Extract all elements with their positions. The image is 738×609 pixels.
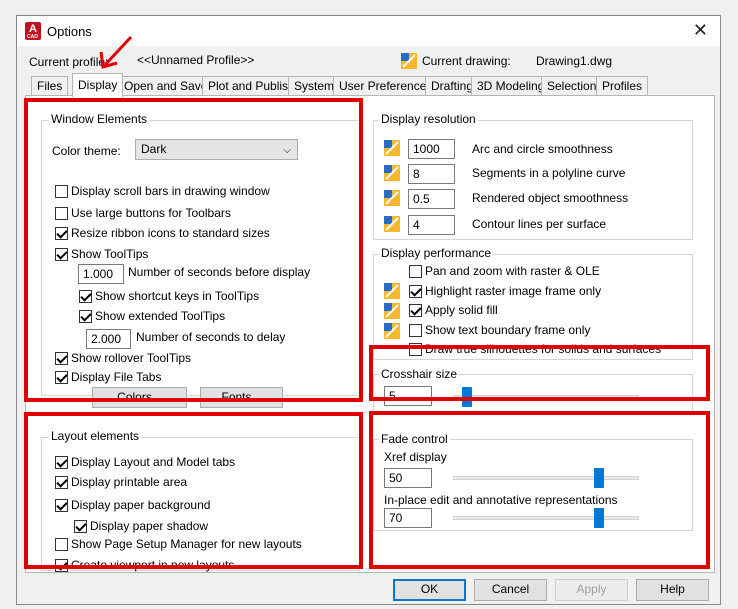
ok-button[interactable]: OK xyxy=(393,579,466,601)
polyline-segments-label: Segments in a polyline curve xyxy=(472,166,626,180)
tab-plot-and-publish[interactable]: Plot and Publish xyxy=(202,76,301,96)
arc-smoothness-input[interactable]: 1000 xyxy=(408,139,455,159)
rendered-smoothness-input[interactable]: 0.5 xyxy=(408,189,455,209)
apply-solid-checkbox[interactable] xyxy=(409,304,422,317)
fade-control-highlight xyxy=(369,411,710,569)
highlight-raster-label: Highlight raster image frame only xyxy=(425,284,602,298)
apply-button[interactable]: Apply xyxy=(555,579,628,601)
current-profile-value: <<Unnamed Profile>> xyxy=(137,53,255,67)
apply-solid-label: Apply solid fill xyxy=(425,303,498,317)
pan-zoom-label: Pan and zoom with raster & OLE xyxy=(425,264,600,278)
tab-3d-modeling[interactable]: 3D Modeling xyxy=(471,76,551,96)
text-boundary-checkbox[interactable] xyxy=(409,324,422,337)
autocad-logo-icon: A CAD xyxy=(25,22,41,40)
pan-zoom-checkbox[interactable] xyxy=(409,265,422,278)
highlight-raster-checkbox[interactable] xyxy=(409,285,422,298)
tab-display[interactable]: Display xyxy=(72,73,124,97)
tab-profiles[interactable]: Profiles xyxy=(596,76,649,96)
current-drawing-label: Current drawing: xyxy=(422,54,511,68)
tab-open-and-save[interactable]: Open and Save xyxy=(118,76,214,96)
drawing-setting-icon xyxy=(384,190,400,206)
polyline-segments-input[interactable]: 8 xyxy=(408,164,455,184)
display-performance-title: Display performance xyxy=(379,246,494,260)
contour-lines-label: Contour lines per surface xyxy=(472,217,607,231)
display-resolution-title: Display resolution xyxy=(379,112,478,126)
crosshair-highlight xyxy=(369,345,710,401)
drawing-icon xyxy=(401,53,417,69)
drawing-setting-icon xyxy=(384,283,400,299)
tab-user-preferences[interactable]: User Preferences xyxy=(333,76,439,96)
drawing-setting-icon xyxy=(384,323,400,339)
help-button[interactable]: Help xyxy=(636,579,709,601)
current-drawing-value: Drawing1.dwg xyxy=(536,54,613,68)
drawing-setting-icon xyxy=(384,165,400,181)
dialog-title: Options xyxy=(47,24,92,39)
annotation-arrow-icon xyxy=(99,35,133,69)
drawing-setting-icon xyxy=(384,140,400,156)
contour-lines-input[interactable]: 4 xyxy=(408,215,455,235)
rendered-smoothness-label: Rendered object smoothness xyxy=(472,191,629,205)
layout-elements-highlight xyxy=(24,412,363,569)
window-elements-highlight xyxy=(24,98,363,402)
text-boundary-label: Show text boundary frame only xyxy=(425,323,591,337)
tab-selection[interactable]: Selection xyxy=(541,76,603,96)
cancel-button[interactable]: Cancel xyxy=(474,579,547,601)
close-icon[interactable]: ✕ xyxy=(693,20,708,40)
tab-files[interactable]: Files xyxy=(31,76,69,96)
arc-smoothness-label: Arc and circle smoothness xyxy=(472,142,613,156)
drawing-setting-icon xyxy=(384,216,400,232)
drawing-setting-icon xyxy=(384,303,400,319)
